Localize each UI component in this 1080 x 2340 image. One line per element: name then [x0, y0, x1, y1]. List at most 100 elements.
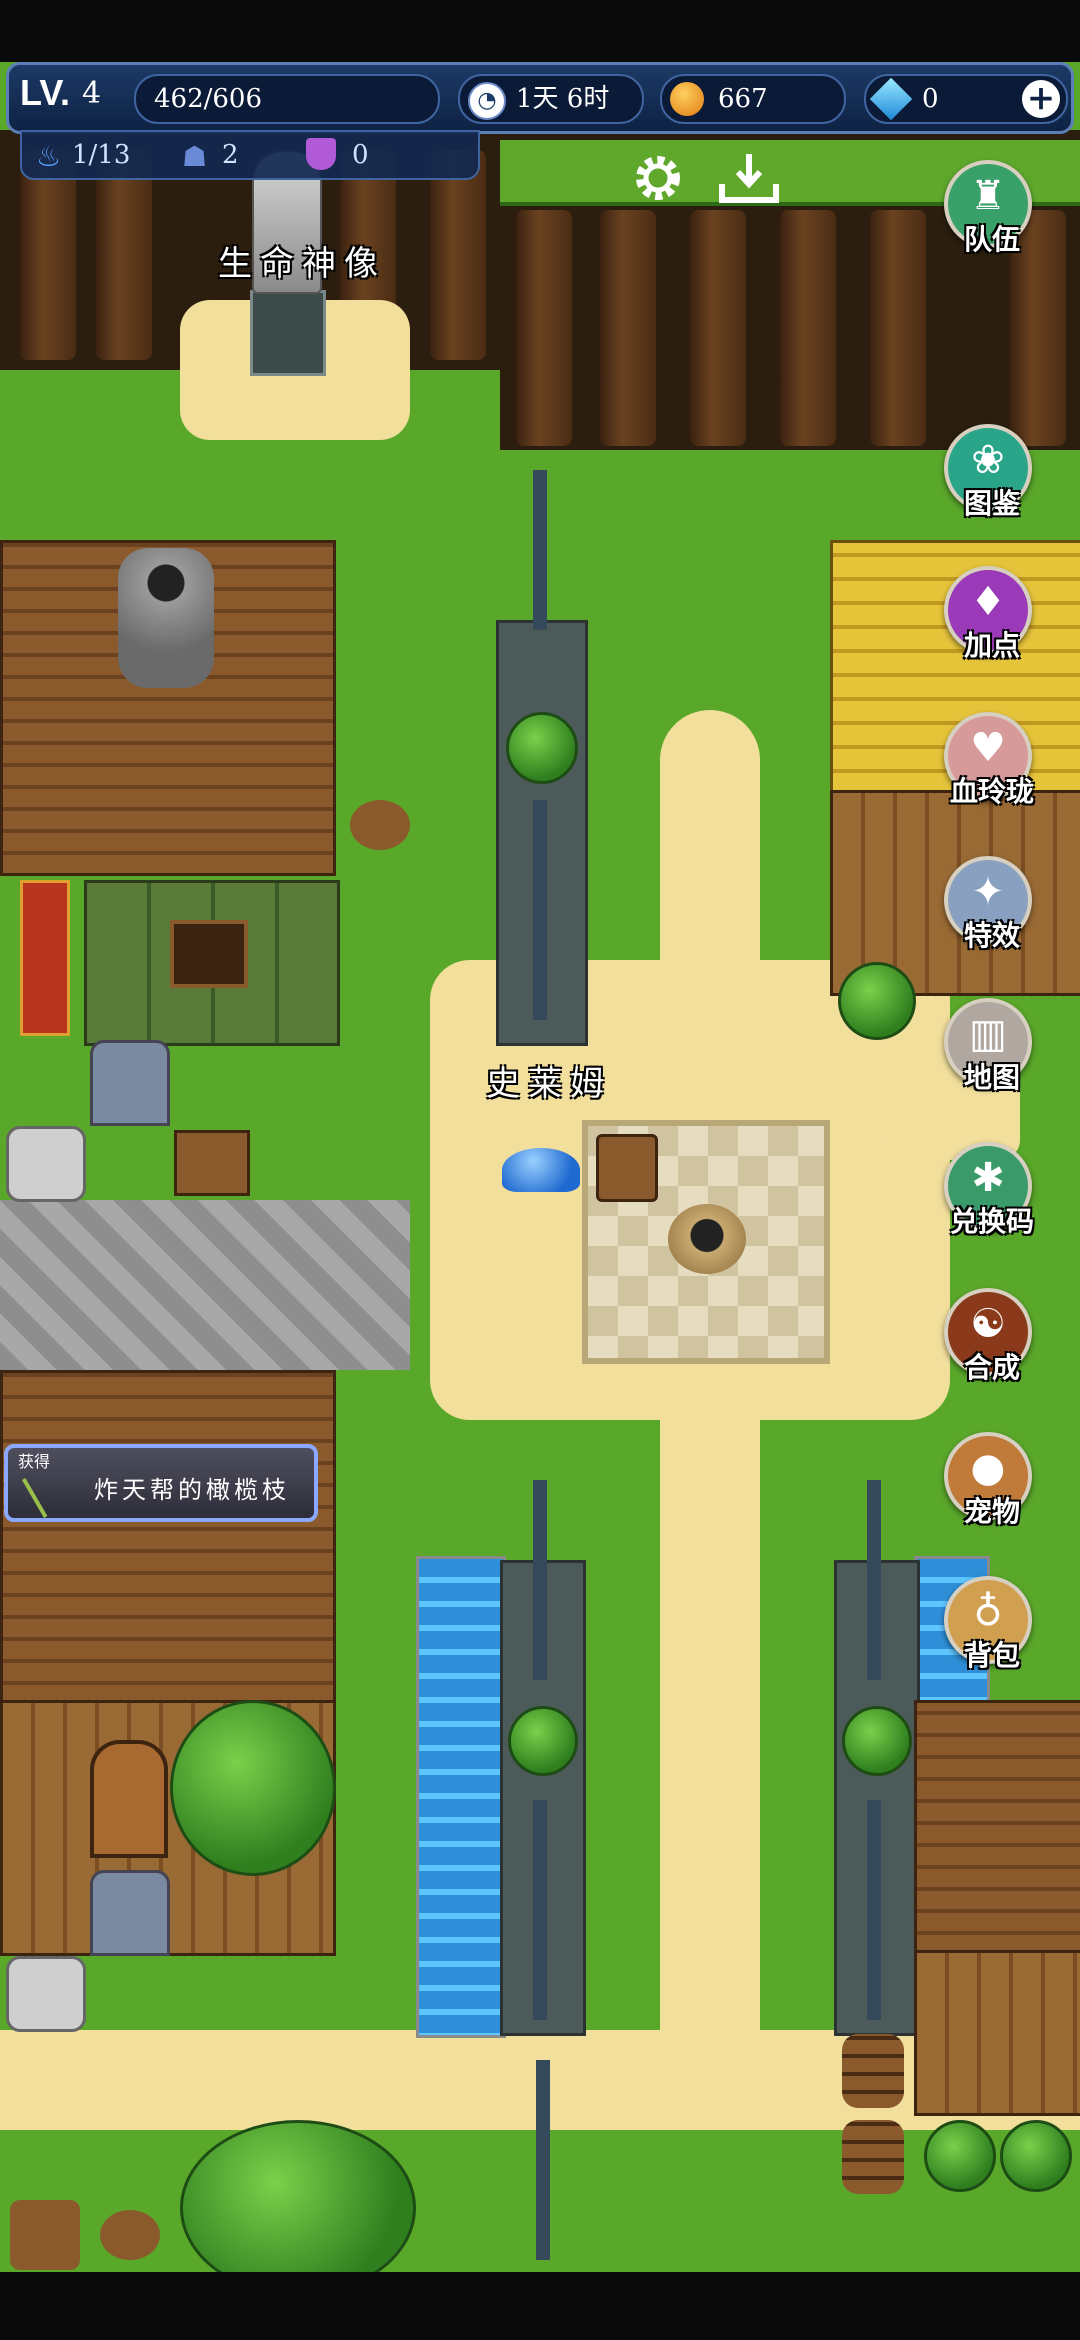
gem-display: 0 +	[864, 74, 1068, 124]
gravestone	[90, 1040, 170, 1126]
gold-value: 667	[718, 84, 768, 114]
lamp-post	[533, 1800, 547, 2020]
codex-label: 图鉴	[963, 487, 1020, 520]
gear-icon-svg	[636, 156, 680, 200]
team-label: 队伍	[963, 223, 1020, 256]
tree-stump	[350, 800, 410, 850]
lamp-post	[536, 2060, 550, 2260]
team-button[interactable]: ♜ 队伍	[944, 160, 1032, 256]
house-roof	[914, 1700, 1080, 1956]
stat-a-value: 1/13	[72, 140, 131, 170]
screen-top-bar	[0, 0, 1080, 62]
tree-trunk	[780, 210, 836, 446]
code-icon: ✱	[971, 1155, 1005, 1201]
bag-icon: ♁	[973, 1589, 1003, 1635]
map-background: 生命神像 史莱姆	[0, 0, 1080, 2340]
slime-monster[interactable]	[502, 1148, 580, 1192]
tree-trunk	[20, 150, 76, 360]
statue-pedestal	[250, 290, 326, 376]
redeem-code-label: 兑换码	[949, 1205, 1034, 1238]
bush	[838, 962, 916, 1040]
level-label: LV.	[20, 72, 71, 113]
codex-button[interactable]: ❀ 图鉴	[944, 424, 1032, 520]
gem-value: 0	[922, 84, 939, 114]
stone-pillar	[6, 1126, 86, 1202]
barrel[interactable]	[842, 2034, 904, 2108]
add-points-button[interactable]: ♦ 加点	[944, 566, 1032, 662]
effects-button[interactable]: ✦ 特效	[944, 856, 1032, 952]
slime-label: 史莱姆	[486, 1064, 612, 1104]
game-screen[interactable]: 生命神像 史莱姆 LV. 4 462/606 ◔ 1天 6时 667 0 + ♨…	[0, 0, 1080, 2340]
coin-icon	[670, 82, 704, 116]
redeem-code-button[interactable]: ✱ 兑换码	[944, 1142, 1034, 1238]
synthesis-label: 合成	[963, 1351, 1020, 1384]
big-tree	[170, 1700, 336, 1876]
flame-icon: ♦	[970, 579, 1006, 625]
house-roof	[0, 1370, 336, 1706]
team-icon: ♜	[970, 173, 1006, 219]
screen-bottom-bar	[0, 2272, 1080, 2340]
tree-trunk	[870, 210, 926, 446]
chimney-pot	[118, 548, 214, 688]
tree-trunk	[690, 210, 746, 446]
map-label: 地图	[963, 1061, 1020, 1094]
water-channel	[416, 1556, 506, 2038]
well[interactable]	[668, 1204, 746, 1274]
exp-display: 462/606	[134, 74, 440, 124]
pig-icon: ●	[970, 1445, 1006, 1491]
window	[170, 920, 248, 988]
gold-display: 667	[660, 74, 846, 124]
signpost[interactable]	[174, 1130, 250, 1196]
backpack-button[interactable]: ♁ 背包	[944, 1576, 1032, 1672]
gem-icon	[869, 77, 913, 121]
bush	[508, 1706, 578, 1776]
map-icon: ▥	[969, 1011, 1007, 1057]
lamp-post	[867, 1800, 881, 2020]
yinyang-icon: ☯	[970, 1301, 1006, 1347]
banner	[20, 880, 70, 1036]
tree-trunk	[516, 210, 572, 446]
tree-trunk	[430, 150, 486, 360]
add-points-label: 加点	[963, 629, 1020, 662]
lamp-post	[867, 1480, 881, 1680]
tree-stump	[100, 2210, 160, 2260]
bush	[506, 712, 578, 784]
lamp-post	[533, 800, 547, 1020]
exp-value: 462/606	[154, 84, 263, 114]
download-button[interactable]: download-icon	[716, 148, 782, 208]
download-icon-svg	[719, 154, 779, 203]
cobblestone-area	[0, 1200, 410, 1370]
level-value: 4	[82, 76, 102, 111]
paw-icon: ❀	[971, 437, 1005, 483]
synthesis-button[interactable]: ☯ 合成	[944, 1288, 1032, 1384]
backpack-label: 背包	[963, 1639, 1020, 1672]
time-display: ◔ 1天 6时	[458, 74, 644, 124]
settings-button[interactable]: gear-icon	[628, 148, 688, 208]
bush	[924, 2120, 996, 2192]
log-pile	[10, 2200, 80, 2270]
door[interactable]	[90, 1740, 168, 1858]
barrel[interactable]	[842, 2120, 904, 2194]
secondary-status-bar: ♨ 1/13 ☗ 2 0	[20, 130, 480, 180]
flame-icon: ♨	[36, 140, 62, 173]
lamp-post	[533, 1480, 547, 1680]
bucket[interactable]	[596, 1134, 658, 1202]
tree-trunk	[600, 210, 656, 446]
clock-icon: ◔	[468, 82, 506, 120]
blood-ling-long-label: 血玲珑	[949, 775, 1034, 808]
add-gems-button[interactable]: +	[1022, 80, 1060, 118]
lamp-post	[533, 470, 547, 630]
blood-ling-long-button[interactable]: ♥ 血玲珑	[944, 712, 1034, 808]
toast-text: 炸天帮的橄榄枝	[94, 1476, 290, 1504]
wand-icon: ✦	[971, 869, 1005, 915]
big-tree	[180, 2120, 416, 2296]
time-value: 1天 6时	[516, 84, 610, 114]
pet-label: 宠物	[963, 1495, 1020, 1528]
effects-label: 特效	[963, 919, 1020, 952]
bush	[842, 1706, 912, 1776]
stone-pillar	[6, 1956, 86, 2032]
pet-button[interactable]: ● 宠物	[944, 1432, 1032, 1528]
map-button[interactable]: ▥ 地图	[944, 998, 1032, 1094]
heart-icon: ♥	[970, 725, 1006, 771]
path-vertical-main	[660, 710, 760, 2130]
